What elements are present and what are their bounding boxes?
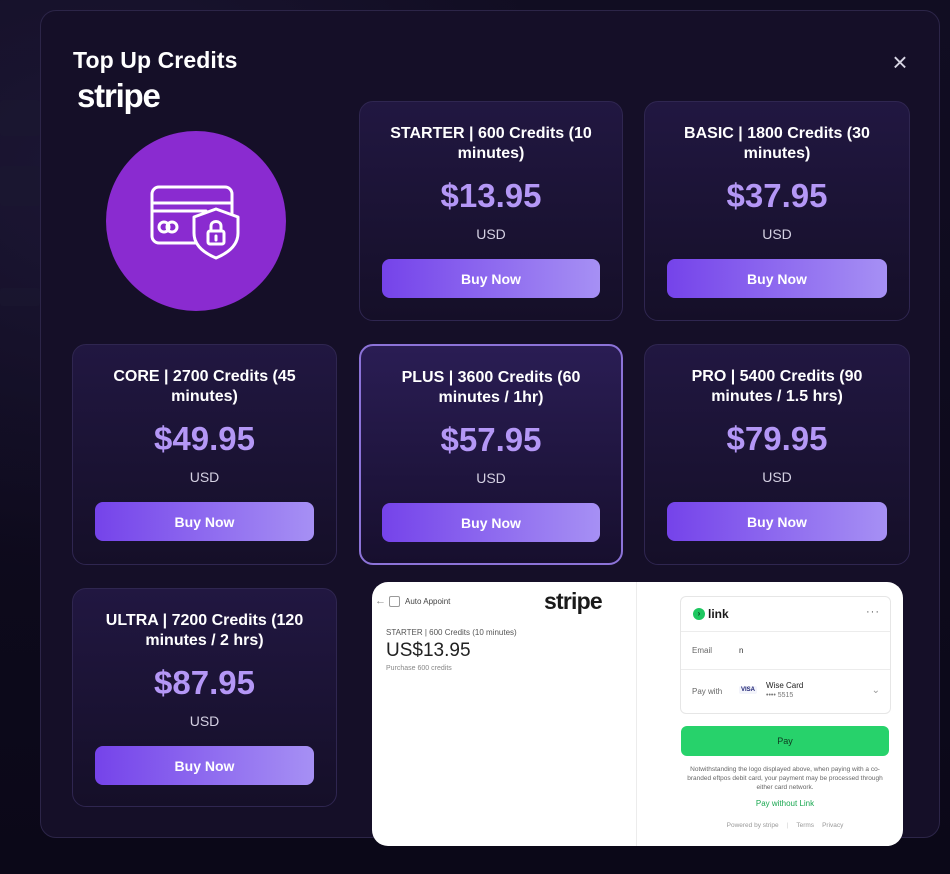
secure-payment-badge	[106, 131, 286, 311]
plan-currency: USD	[189, 713, 220, 729]
close-button[interactable]: ×	[887, 49, 913, 75]
more-options-icon[interactable]: ···	[866, 606, 880, 618]
store-icon	[389, 596, 400, 607]
background-element	[0, 166, 40, 206]
modal-title: Top Up Credits	[73, 47, 238, 73]
checkout-summary: ← Auto Appoint stripe STARTER | 600 Cred…	[372, 582, 636, 846]
background-element	[0, 288, 40, 306]
plan-title: BASIC | 1800 Credits (30 minutes)	[684, 125, 870, 162]
plan-title: PLUS | 3600 Credits (60 minutes / 1hr)	[401, 369, 581, 406]
visa-icon: VISA	[739, 686, 758, 694]
plan-card-pro: PRO | 5400 Credits (90 minutes / 1.5 hrs…	[644, 344, 910, 565]
checkout-description: Purchase 600 credits	[386, 665, 452, 672]
plan-title: PRO | 5400 Credits (90 minutes / 1.5 hrs…	[691, 368, 863, 405]
plan-currency: USD	[762, 469, 792, 485]
plan-title: ULTRA | 7200 Credits (120 minutes / 2 hr…	[105, 612, 304, 649]
plan-price: $13.95	[440, 177, 542, 214]
link-panel: › link ··· Email n Pay with VISA Wise Ca…	[680, 596, 891, 714]
plan-price: $87.95	[154, 664, 255, 701]
checkout-payment: › link ··· Email n Pay with VISA Wise Ca…	[637, 582, 903, 846]
plan-price: $57.95	[440, 421, 542, 458]
plan-card-core: CORE | 2700 Credits (45 minutes) $49.95 …	[72, 344, 337, 565]
background-element	[0, 100, 40, 136]
checkout-price: US$13.95	[386, 640, 471, 661]
link-email-row[interactable]: Email n	[681, 631, 890, 670]
plan-card-plus: PLUS | 3600 Credits (60 minutes / 1hr) $…	[359, 344, 623, 565]
privacy-link[interactable]: Privacy	[822, 822, 843, 829]
store-name[interactable]: Auto Appoint	[405, 597, 450, 606]
terms-link[interactable]: Terms	[796, 822, 814, 829]
checkout-product: STARTER | 600 Credits (10 minutes)	[386, 628, 517, 637]
pay-with-row[interactable]: Pay with VISA Wise Card •••• 5515 ⌄	[681, 669, 890, 714]
email-label: Email	[692, 646, 713, 655]
buy-now-button[interactable]: Buy Now	[382, 503, 600, 542]
credit-card-shield-lock-icon	[150, 185, 240, 260]
pay-with-label: Pay with	[692, 687, 723, 696]
buy-now-button[interactable]: Buy Now	[667, 259, 887, 298]
link-logo-text: link	[708, 607, 729, 621]
email-value[interactable]: n	[739, 646, 743, 655]
plan-currency: USD	[476, 470, 506, 486]
card-name: Wise Card	[766, 681, 804, 690]
plan-card-starter: STARTER | 600 Credits (10 minutes) $13.9…	[359, 101, 623, 321]
plan-price: $79.95	[726, 420, 828, 457]
checkout-stripe-logo: stripe	[544, 588, 603, 614]
buy-now-button[interactable]: Buy Now	[95, 502, 314, 541]
buy-now-button[interactable]: Buy Now	[667, 502, 887, 541]
buy-now-button[interactable]: Buy Now	[382, 259, 600, 298]
plan-price: $49.95	[154, 420, 255, 457]
eftpos-notice: Notwithstanding the logo displayed above…	[687, 766, 883, 791]
plan-card-ultra: ULTRA | 7200 Credits (120 minutes / 2 hr…	[72, 588, 337, 807]
pay-button[interactable]: Pay	[681, 726, 889, 756]
plan-currency: USD	[762, 226, 792, 242]
checkout-footer: Powered by stripe | Terms Privacy	[680, 822, 890, 829]
plan-title: CORE | 2700 Credits (45 minutes)	[113, 368, 296, 405]
plan-currency: USD	[189, 469, 220, 485]
pay-without-link-button[interactable]: Pay without Link	[680, 799, 890, 808]
plan-title: STARTER | 600 Credits (10 minutes)	[390, 125, 592, 162]
back-arrow-icon[interactable]: ←	[375, 595, 386, 607]
buy-now-button[interactable]: Buy Now	[95, 746, 314, 785]
stripe-checkout-preview: ← Auto Appoint stripe STARTER | 600 Cred…	[372, 582, 903, 846]
plan-card-basic: BASIC | 1800 Credits (30 minutes) $37.95…	[644, 101, 910, 321]
plan-price: $37.95	[726, 177, 828, 214]
plan-currency: USD	[476, 226, 506, 242]
footer-divider: |	[786, 822, 789, 829]
card-last4: •••• 5515	[766, 692, 794, 699]
stripe-logo: stripe	[77, 77, 161, 114]
chevron-down-icon[interactable]: ⌄	[872, 685, 880, 696]
link-logo: › link	[693, 607, 729, 621]
powered-by-stripe[interactable]: Powered by stripe	[727, 822, 779, 829]
link-arrow-icon: ›	[693, 608, 705, 620]
